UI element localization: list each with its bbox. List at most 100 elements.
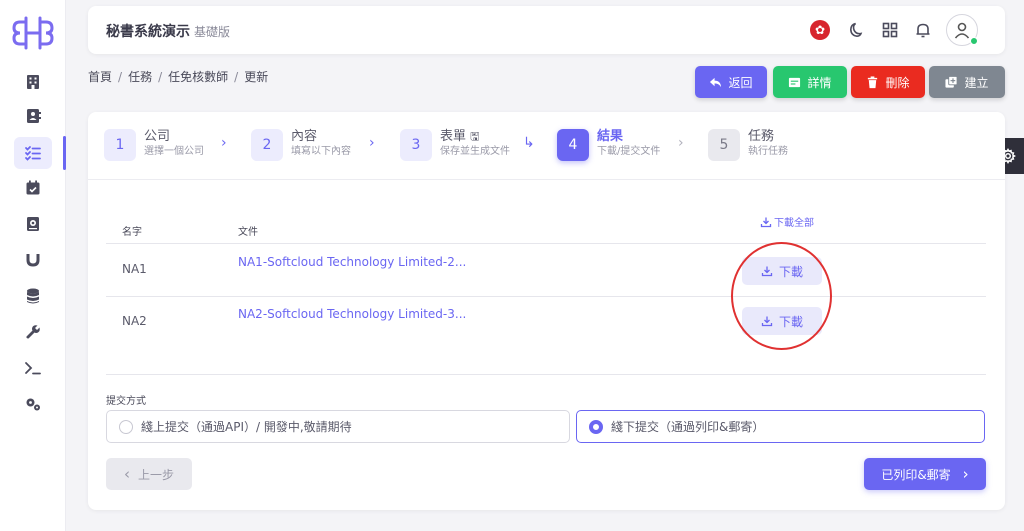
back-button-label: 返回 <box>728 75 753 90</box>
calendar-check-icon <box>26 180 40 195</box>
corner-down-right-icon: ↳ <box>523 135 535 151</box>
app-logo[interactable] <box>10 14 56 52</box>
radio-unchecked-icon <box>119 419 133 434</box>
notifications-button[interactable] <box>912 19 934 41</box>
step-form[interactable]: 3 表單 🖫 保存並生成文件 <box>400 129 510 161</box>
chevron-right-icon: › <box>678 135 684 151</box>
user-avatar[interactable] <box>946 14 978 46</box>
step-subtitle: 下載/提交文件 <box>597 146 661 157</box>
database-icon <box>27 288 39 304</box>
user-icon <box>954 22 970 39</box>
back-button[interactable]: 返回 <box>695 66 767 98</box>
sidebar <box>0 0 66 531</box>
moon-icon <box>849 22 863 38</box>
chevron-right-icon: › <box>221 135 227 151</box>
sidebar-item-calendar[interactable] <box>14 172 52 204</box>
wizard-stepper: 1 公司 選擇一個公司 › 2 內容 填寫以下內容 › 3 表單 🖫 保存並生成文件 … <box>88 112 1005 180</box>
building-icon <box>27 75 39 89</box>
wrench-icon <box>26 325 40 339</box>
document-icon <box>789 77 801 87</box>
sidebar-item-tools[interactable] <box>14 316 52 348</box>
highlight-annotation-circle <box>731 242 832 350</box>
column-header-file: 文件 <box>238 227 258 238</box>
step-number: 3 <box>400 129 432 161</box>
step-task[interactable]: 5 任務 執行任務 <box>708 129 788 161</box>
table-divider <box>106 296 986 297</box>
next-step-label: 已列印&郵寄 <box>881 467 951 482</box>
bell-icon <box>916 23 930 38</box>
terminal-icon <box>25 362 41 375</box>
step-number: 5 <box>708 129 740 161</box>
contact-card-icon <box>27 109 41 123</box>
step-title: 任務 <box>748 129 775 144</box>
top-header: 秘書系統演示 基礎版 ✿ <box>88 6 1005 54</box>
book-icon <box>27 217 39 231</box>
breadcrumb-task-type[interactable]: 任免核數師 <box>168 70 228 84</box>
step-company[interactable]: 1 公司 選擇一個公司 <box>104 129 204 161</box>
submit-option-offline[interactable]: 綫下提交（通過列印&郵寄） <box>576 410 985 443</box>
add-copy-icon <box>945 75 959 88</box>
cogs-icon <box>26 398 40 411</box>
submit-option-label: 綫上提交（通過API）/ 開發中,敬請期待 <box>141 420 352 434</box>
submit-method-label: 提交方式 <box>106 396 146 407</box>
theme-toggle[interactable] <box>846 19 868 41</box>
delete-button-label: 刪除 <box>885 75 910 90</box>
breadcrumb-tasks[interactable]: 任務 <box>128 70 152 84</box>
previous-step-button[interactable]: ‹ 上一步 <box>106 458 192 490</box>
step-subtitle: 保存並生成文件 <box>440 146 510 157</box>
sidebar-item-book[interactable] <box>14 208 52 240</box>
submit-option-label: 綫下提交（通過列印&郵寄） <box>611 420 765 434</box>
step-title: 公司 <box>144 129 171 144</box>
section-divider <box>106 374 986 375</box>
chevron-right-icon: › <box>962 465 969 483</box>
submit-option-online[interactable]: 綫上提交（通過API）/ 開發中,敬請期待 <box>106 410 570 443</box>
chevron-left-icon: ‹ <box>123 465 130 483</box>
task-list-icon <box>25 146 41 161</box>
step-subtitle: 填寫以下內容 <box>291 146 351 157</box>
online-status-dot <box>970 37 978 45</box>
step-subtitle: 選擇一個公司 <box>144 146 204 157</box>
previous-step-label: 上一步 <box>137 467 174 482</box>
details-button[interactable]: 詳情 <box>773 66 847 98</box>
step-content[interactable]: 2 內容填寫以下內容 <box>251 129 351 161</box>
download-all-label: 下載全部 <box>774 218 814 229</box>
step-title: 結果 <box>597 129 624 144</box>
app-edition: 基礎版 <box>194 25 231 39</box>
radio-checked-icon <box>589 419 603 434</box>
magnet-icon <box>26 254 40 267</box>
sidebar-item-contacts[interactable] <box>14 100 52 132</box>
apps-button[interactable] <box>879 19 901 41</box>
create-button[interactable]: 建立 <box>929 66 1005 98</box>
table-divider <box>106 243 986 244</box>
breadcrumb-current: 更新 <box>244 70 269 84</box>
breadcrumb: 首頁 / 任務 / 任免核數師 / 更新 <box>88 70 269 84</box>
download-all-link[interactable]: 下載全部 <box>760 214 814 229</box>
breadcrumb-home[interactable]: 首頁 <box>88 70 112 84</box>
row-file-link[interactable]: NA1-Softcloud Technology Limited-2... <box>238 255 466 269</box>
sidebar-item-terminal[interactable] <box>14 352 52 384</box>
sidebar-active-indicator <box>63 136 66 170</box>
language-switcher[interactable]: ✿ <box>809 19 831 41</box>
download-icon <box>760 217 772 227</box>
row-file-link[interactable]: NA2-Softcloud Technology Limited-3... <box>238 307 466 321</box>
grid-icon <box>882 22 898 38</box>
save-icon: 🖫 <box>470 130 480 143</box>
printed-and-mailed-button[interactable]: 已列印&郵寄 › <box>864 458 986 490</box>
step-title: 表單 🖫 <box>440 129 480 144</box>
step-number: 4 <box>557 129 589 161</box>
row-name: NA2 <box>122 314 147 328</box>
step-title: 內容 <box>291 129 318 144</box>
column-header-name: 名字 <box>122 227 142 238</box>
sidebar-item-settings[interactable] <box>14 388 52 420</box>
sidebar-item-tasks[interactable] <box>14 137 52 169</box>
sidebar-item-magnet[interactable] <box>14 244 52 276</box>
trash-icon <box>868 75 878 88</box>
step-result[interactable]: 4 結果下載/提交文件 <box>557 129 660 161</box>
sidebar-item-company[interactable] <box>14 66 52 98</box>
task-wizard-card: 1 公司 選擇一個公司 › 2 內容 填寫以下內容 › 3 表單 🖫 保存並生成文件 … <box>88 112 1005 510</box>
delete-button[interactable]: 刪除 <box>851 66 925 98</box>
chevron-right-icon: › <box>369 135 375 151</box>
sidebar-item-database[interactable] <box>14 280 52 312</box>
row-name: NA1 <box>122 262 147 276</box>
step-number: 2 <box>251 129 283 161</box>
